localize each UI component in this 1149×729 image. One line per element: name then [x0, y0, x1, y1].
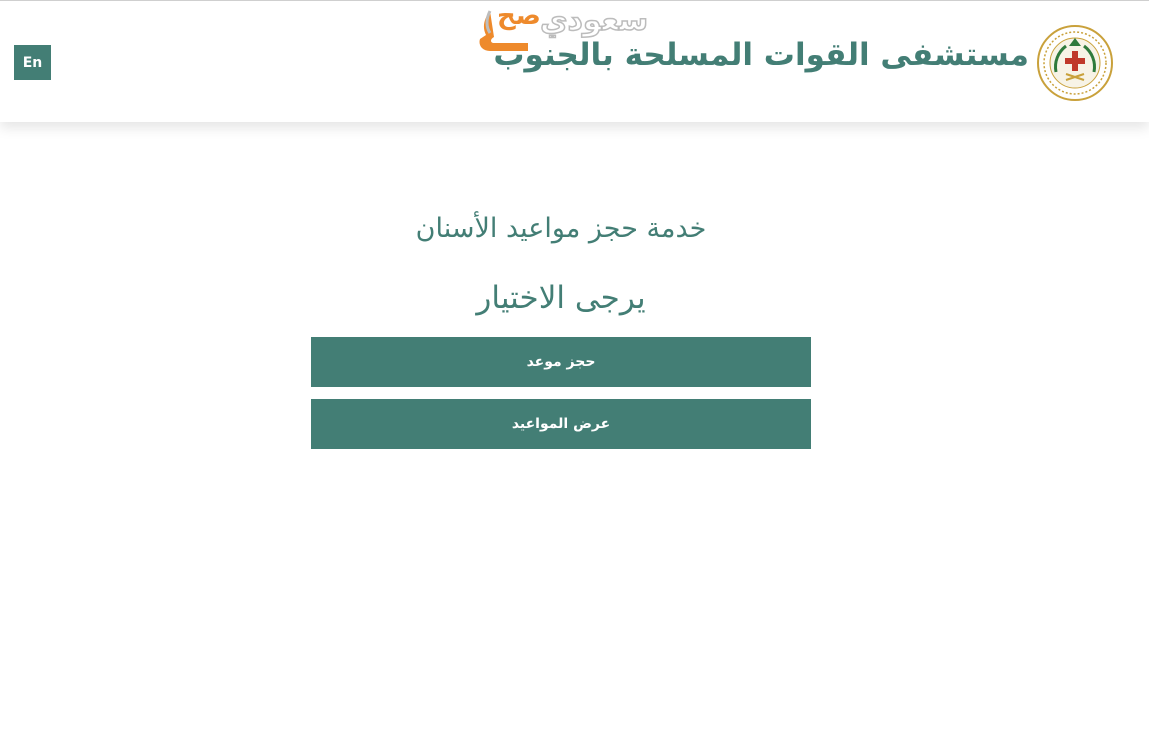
choose-prompt: يرجى الاختيار	[476, 280, 646, 316]
view-appointments-button[interactable]: عرض المواعيد	[311, 399, 811, 449]
watermark-text: سعودي	[539, 2, 649, 39]
language-toggle-button[interactable]: En	[14, 45, 51, 80]
service-title: خدمة حجز مواعيد الأسنان	[415, 213, 707, 244]
book-appointment-button[interactable]: حجز موعد	[311, 337, 811, 387]
watermark-sub-text: صح	[497, 1, 541, 31]
site-header: En صح سعودي مستشفى القوات المسلحة بالجنو…	[0, 0, 1149, 122]
hospital-name: مستشفى القوات المسلحة بالجنوب	[493, 37, 1029, 73]
hospital-emblem-icon	[1037, 25, 1113, 101]
